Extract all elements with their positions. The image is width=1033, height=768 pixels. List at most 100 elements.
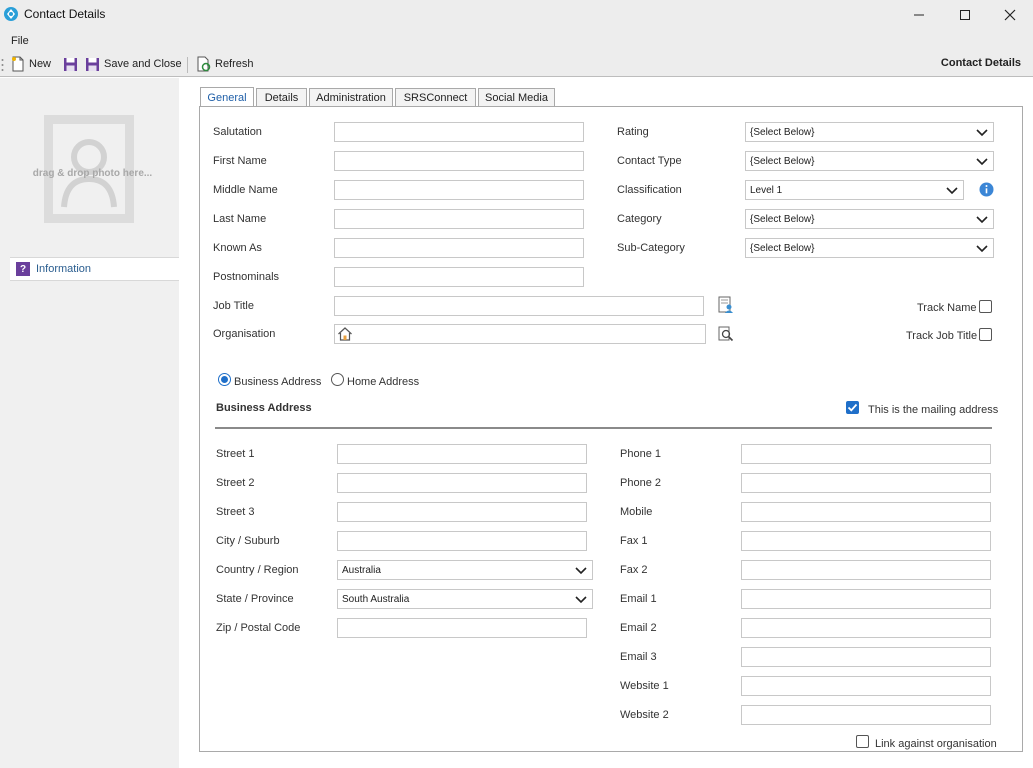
new-button[interactable]: New bbox=[11, 55, 51, 73]
street3-input[interactable] bbox=[337, 502, 587, 522]
save-button[interactable] bbox=[63, 55, 78, 73]
sidebar-item-information[interactable]: ? Information bbox=[10, 257, 179, 281]
radio-dot bbox=[221, 376, 228, 383]
state-value: South Australia bbox=[342, 593, 410, 605]
close-icon bbox=[1004, 9, 1016, 20]
sub-category-select[interactable]: {Select Below} bbox=[745, 238, 994, 258]
tab-administration[interactable]: Administration bbox=[309, 88, 393, 107]
postnominals-input[interactable] bbox=[334, 267, 584, 287]
contact-type-value: {Select Below} bbox=[750, 155, 815, 167]
section-divider bbox=[215, 427, 992, 429]
business-address-radio-label: Business Address bbox=[234, 376, 322, 388]
email2-input[interactable] bbox=[741, 618, 991, 638]
save-icon bbox=[64, 57, 77, 71]
track-name-label: Track Name bbox=[917, 302, 977, 314]
home-address-radio-label: Home Address bbox=[347, 376, 420, 388]
salutation-input[interactable] bbox=[334, 122, 584, 142]
category-select[interactable]: {Select Below} bbox=[745, 209, 994, 229]
street3-label: Street 3 bbox=[216, 506, 255, 518]
classification-label: Classification bbox=[617, 184, 682, 196]
rating-value: {Select Below} bbox=[750, 126, 815, 138]
city-input[interactable] bbox=[337, 531, 587, 551]
organisation-input[interactable] bbox=[334, 324, 706, 344]
country-value: Australia bbox=[342, 564, 381, 576]
middle-name-input[interactable] bbox=[334, 180, 584, 200]
rating-select[interactable]: {Select Below} bbox=[745, 122, 994, 142]
organisation-label: Organisation bbox=[213, 328, 276, 340]
home-address-radio[interactable] bbox=[331, 373, 344, 386]
phone2-input[interactable] bbox=[741, 473, 991, 493]
job-title-input[interactable] bbox=[334, 296, 704, 316]
refresh-icon bbox=[197, 56, 211, 72]
middle-name-label: Middle Name bbox=[213, 184, 278, 196]
phone2-label: Phone 2 bbox=[620, 477, 661, 489]
business-address-radio[interactable] bbox=[218, 373, 231, 386]
mailing-address-label: This is the mailing address bbox=[868, 404, 999, 416]
email3-input[interactable] bbox=[741, 647, 991, 667]
info-icon[interactable] bbox=[979, 182, 994, 197]
maximize-button[interactable] bbox=[942, 0, 988, 29]
category-value: {Select Below} bbox=[750, 213, 815, 225]
mobile-label: Mobile bbox=[620, 506, 653, 518]
city-label: City / Suburb bbox=[216, 535, 280, 547]
classification-select[interactable]: Level 1 bbox=[745, 180, 964, 200]
tab-general[interactable]: General bbox=[200, 87, 254, 107]
email1-input[interactable] bbox=[741, 589, 991, 609]
phone1-input[interactable] bbox=[741, 444, 991, 464]
tab-srsconnect[interactable]: SRSConnect bbox=[395, 88, 476, 107]
track-job-title-label: Track Job Title bbox=[906, 330, 978, 342]
website1-input[interactable] bbox=[741, 676, 991, 696]
fax2-input[interactable] bbox=[741, 560, 991, 580]
rating-label: Rating bbox=[617, 126, 649, 138]
title-bar bbox=[0, 0, 1033, 29]
chevron-down-icon bbox=[976, 216, 988, 224]
mobile-input[interactable] bbox=[741, 502, 991, 522]
menu-bar bbox=[0, 29, 1033, 53]
salutation-label: Salutation bbox=[213, 126, 262, 138]
classification-value: Level 1 bbox=[750, 184, 783, 196]
street2-input[interactable] bbox=[337, 473, 587, 493]
contact-type-select[interactable]: {Select Below} bbox=[745, 151, 994, 171]
tab-social-media[interactable]: Social Media bbox=[478, 88, 555, 107]
tab-details[interactable]: Details bbox=[256, 88, 307, 107]
known-as-label: Known As bbox=[213, 242, 262, 254]
help-question-icon: ? bbox=[16, 262, 30, 276]
menu-file[interactable]: File bbox=[11, 35, 29, 47]
fax1-input[interactable] bbox=[741, 531, 991, 551]
photo-drop-hint: drag & drop photo here... bbox=[32, 168, 153, 179]
website2-input[interactable] bbox=[741, 705, 991, 725]
link-organisation-checkbox[interactable] bbox=[856, 735, 869, 748]
first-name-input[interactable] bbox=[334, 151, 584, 171]
job-title-lookup-icon[interactable] bbox=[717, 296, 735, 314]
chevron-down-icon bbox=[946, 187, 958, 195]
website1-label: Website 1 bbox=[620, 680, 669, 692]
street2-label: Street 2 bbox=[216, 477, 255, 489]
maximize-icon bbox=[960, 9, 970, 20]
first-name-label: First Name bbox=[213, 155, 267, 167]
chevron-down-icon bbox=[976, 129, 988, 137]
sub-category-value: {Select Below} bbox=[750, 242, 815, 254]
track-job-title-checkbox[interactable] bbox=[979, 328, 992, 341]
minimize-button[interactable] bbox=[896, 0, 942, 29]
street1-input[interactable] bbox=[337, 444, 587, 464]
save-close-label: Save and Close bbox=[104, 58, 182, 70]
last-name-input[interactable] bbox=[334, 209, 584, 229]
country-select[interactable]: Australia bbox=[337, 560, 593, 580]
organisation-search-icon[interactable] bbox=[718, 326, 734, 342]
chevron-down-icon bbox=[976, 158, 988, 166]
save-and-close-button[interactable]: Save and Close bbox=[85, 55, 182, 73]
email3-label: Email 3 bbox=[620, 651, 657, 663]
close-button[interactable] bbox=[987, 0, 1033, 29]
sidebar-item-label: Information bbox=[36, 263, 92, 275]
email1-label: Email 1 bbox=[620, 593, 657, 605]
known-as-input[interactable] bbox=[334, 238, 584, 258]
mailing-address-checkbox[interactable] bbox=[846, 401, 859, 414]
track-name-checkbox[interactable] bbox=[979, 300, 992, 313]
zip-input[interactable] bbox=[337, 618, 587, 638]
refresh-button[interactable]: Refresh bbox=[196, 55, 254, 73]
new-label: New bbox=[29, 58, 52, 70]
chevron-down-icon bbox=[575, 596, 587, 604]
email2-label: Email 2 bbox=[620, 622, 657, 634]
state-select[interactable]: South Australia bbox=[337, 589, 593, 609]
last-name-label: Last Name bbox=[213, 213, 267, 225]
